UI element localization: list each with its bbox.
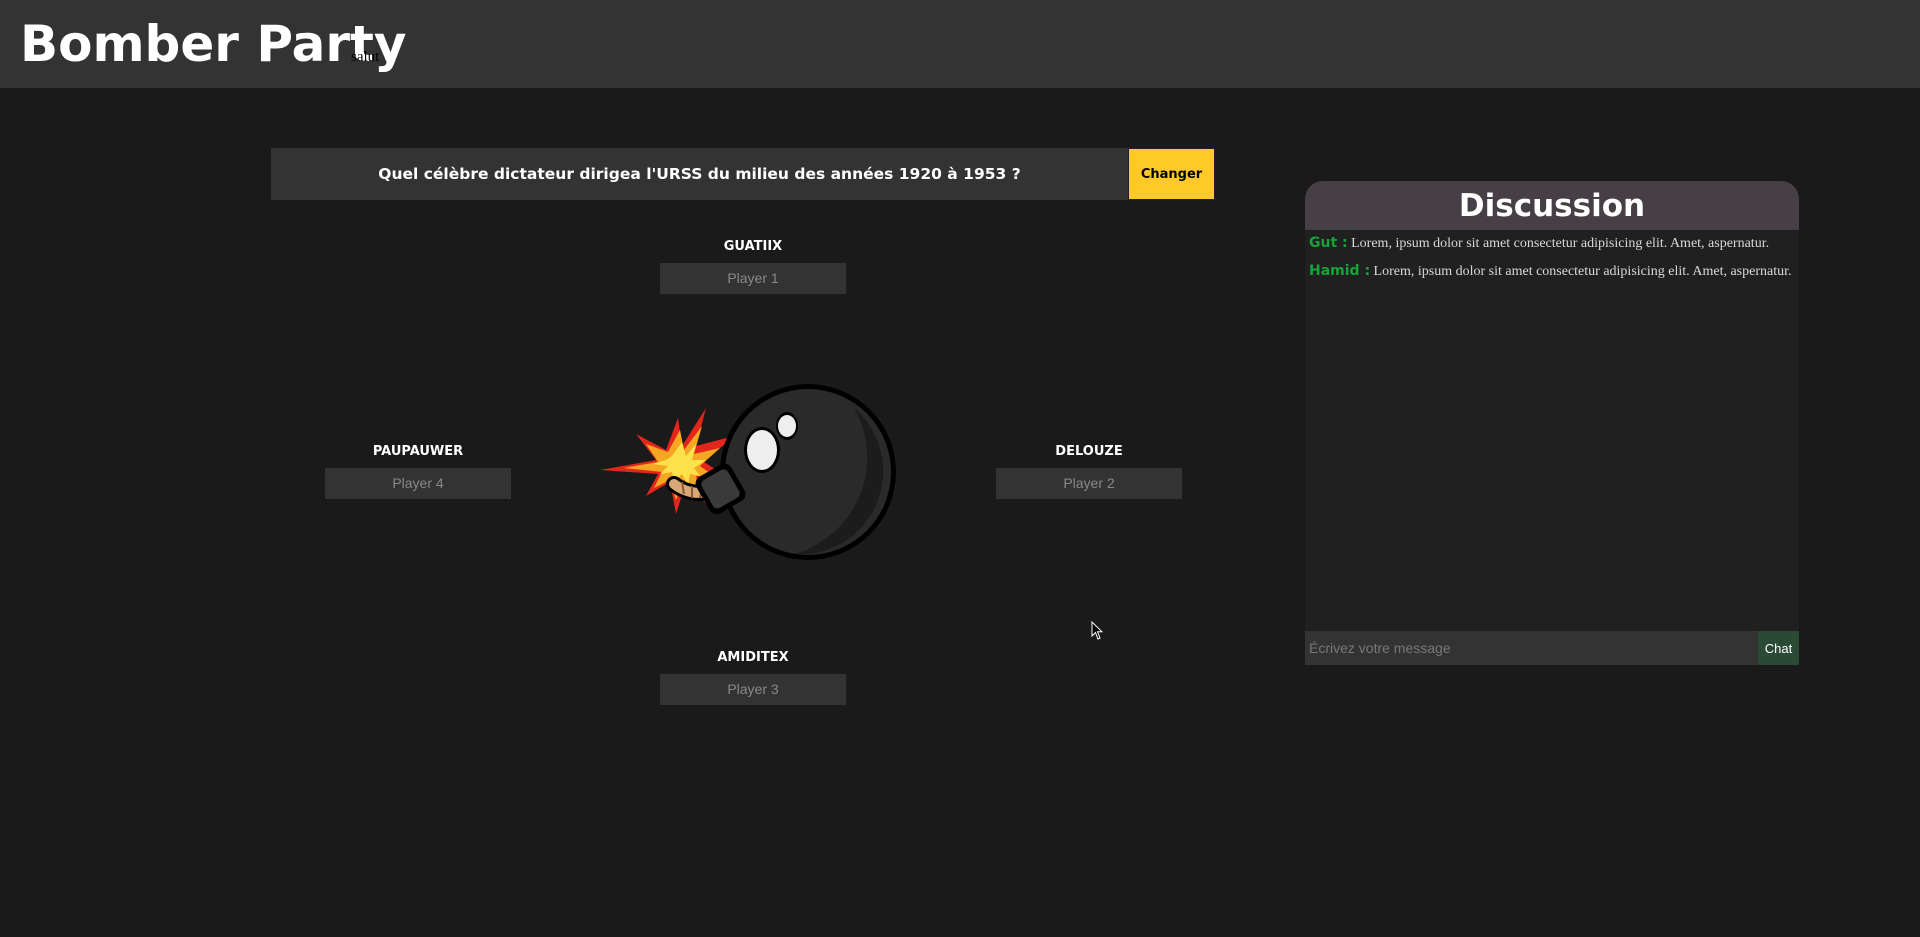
- chat-message-list: Gut : Lorem, ipsum dolor sit amet consec…: [1305, 230, 1799, 629]
- chat-message-author: Hamid :: [1309, 263, 1371, 279]
- player-1-input[interactable]: [660, 263, 846, 294]
- chat-panel: Discussion Gut : Lorem, ipsum dolor sit …: [1305, 181, 1799, 665]
- question-text: Quel célèbre dictateur dirigea l'URSS du…: [378, 165, 1021, 183]
- player-2-input[interactable]: [996, 468, 1182, 499]
- chat-send-button[interactable]: Chat: [1758, 631, 1799, 665]
- app-header: Bomber Party salut: [0, 0, 1920, 88]
- chat-footer: Chat: [1305, 631, 1799, 665]
- player-slot-right: DELOUZE: [996, 440, 1182, 499]
- player-slot-bottom: AMIDITEX: [660, 646, 846, 705]
- question-bar: Quel célèbre dictateur dirigea l'URSS du…: [271, 148, 1128, 200]
- chat-message: Gut : Lorem, ipsum dolor sit amet consec…: [1309, 235, 1795, 252]
- player-slot-top: GUATIIX: [660, 235, 846, 294]
- chat-message-text: Lorem, ipsum dolor sit amet consectetur …: [1373, 264, 1792, 279]
- player-4-input[interactable]: [325, 468, 511, 499]
- change-question-button[interactable]: Changer: [1128, 148, 1215, 200]
- player-slot-left: PAUPAUWER: [325, 440, 511, 499]
- player-name: PAUPAUWER: [372, 444, 464, 459]
- player-name: GUATIIX: [723, 239, 783, 254]
- header-subtitle: salut: [351, 49, 380, 65]
- chat-message-input[interactable]: [1305, 631, 1758, 665]
- player-name: AMIDITEX: [717, 650, 789, 665]
- chat-message: Hamid : Lorem, ipsum dolor sit amet cons…: [1309, 263, 1795, 280]
- player-name: DELOUZE: [1055, 444, 1123, 459]
- mouse-cursor-icon: [1091, 620, 1104, 641]
- bomb-icon: [596, 378, 908, 568]
- chat-message-text: Lorem, ipsum dolor sit amet consectetur …: [1351, 236, 1770, 251]
- chat-title: Discussion: [1305, 181, 1799, 230]
- player-3-input[interactable]: [660, 674, 846, 705]
- app-title: Bomber Party: [20, 15, 407, 73]
- chat-message-author: Gut :: [1309, 235, 1348, 251]
